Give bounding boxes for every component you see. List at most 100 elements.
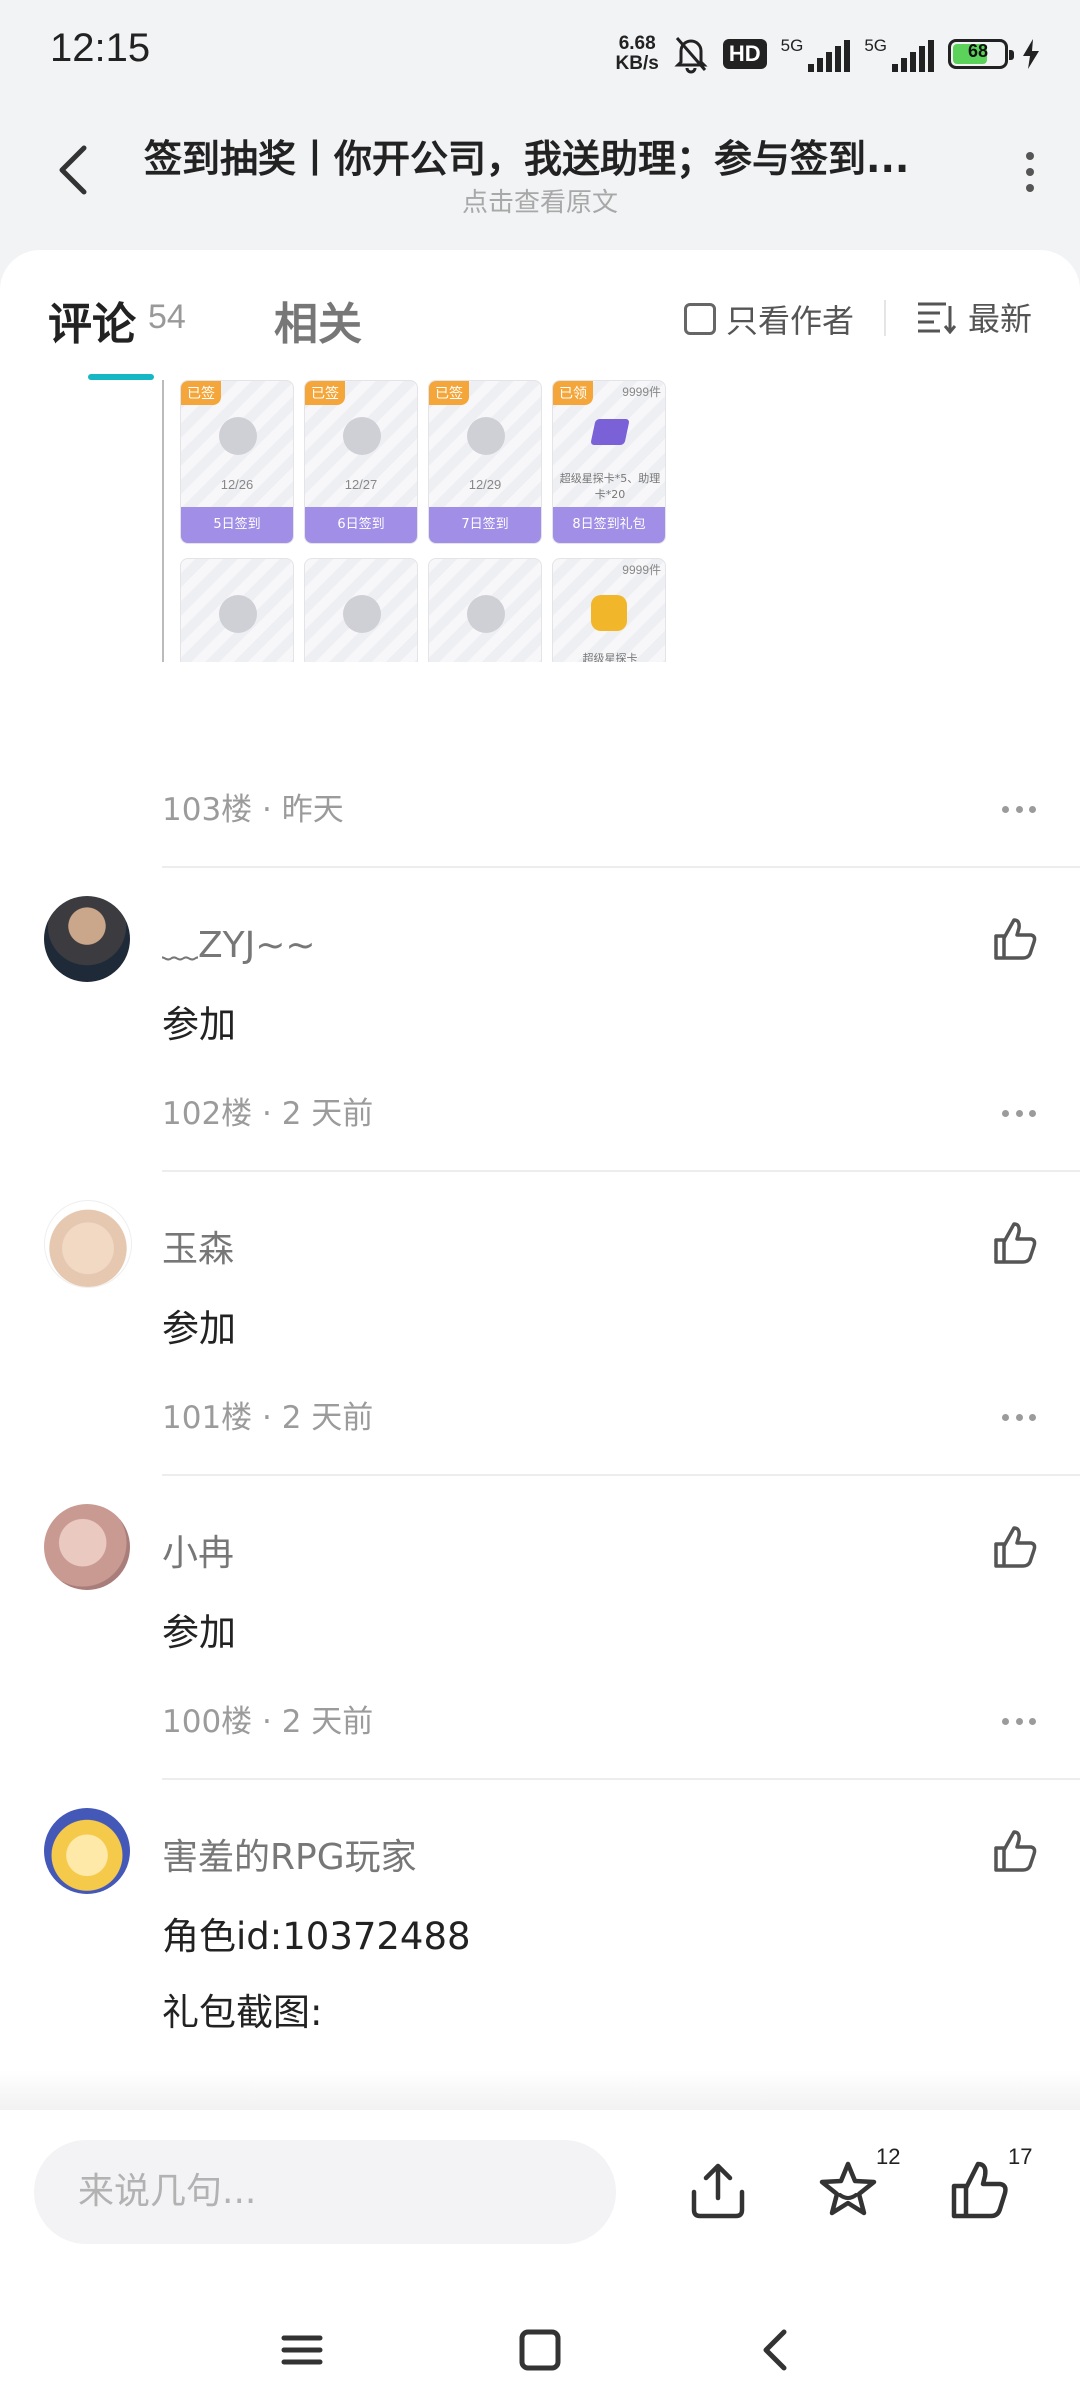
comment-text-line2: 礼包截图:: [162, 1991, 323, 2034]
card-button: 8日签到礼包: [553, 507, 665, 543]
comments-count: 54: [148, 298, 186, 336]
comment-more-icon[interactable]: [1002, 806, 1036, 814]
card-coin-icon: [591, 595, 627, 631]
comment-more-icon[interactable]: [1002, 1110, 1036, 1118]
comment-input[interactable]: 来说几句...: [34, 2140, 616, 2244]
author-only-label: 只看作者: [726, 302, 855, 340]
avatar[interactable]: [44, 1504, 130, 1590]
like-count: 17: [1008, 2144, 1033, 2169]
signin-card: 已签 12/29 7日签到: [428, 380, 542, 544]
comment-floor-meta: 102楼 · 2 天前: [162, 1096, 374, 1132]
comments-panel: 评论 54 相关 只看作者 最新 已签 12/26 5日签到 已签 12/27 …: [0, 250, 1080, 2110]
card-gem-icon: [590, 419, 630, 445]
more-options-icon[interactable]: [1020, 152, 1040, 202]
sort-icon: [918, 302, 956, 334]
favorite-count: 12: [876, 2144, 901, 2169]
signin-card: 9999件 超级星探卡: [552, 558, 666, 662]
net-speed: 6.68 KB/s: [616, 34, 659, 74]
signin-card: 已签 12/26 5日签到: [180, 380, 294, 544]
thumbs-up-icon[interactable]: [990, 1218, 1040, 1268]
comment-divider: [162, 1170, 1080, 1172]
hd-icon: HD: [722, 39, 767, 69]
card-description: 超级星探卡*5、助理卡*20: [559, 472, 661, 501]
sim1-label: 5G: [780, 36, 804, 55]
thumbs-up-icon[interactable]: [990, 1522, 1040, 1572]
comment-text: 参加: [162, 1003, 236, 1046]
locked-avatar-icon: [343, 595, 381, 633]
author-only-checkbox[interactable]: [684, 303, 716, 335]
signal-sim1-icon: 5G: [781, 36, 851, 72]
battery-level: 68: [967, 41, 989, 61]
locked-avatar-icon: [467, 417, 505, 455]
thumbs-up-icon[interactable]: [990, 914, 1040, 964]
locked-avatar-icon: [219, 595, 257, 633]
avatar[interactable]: [44, 1808, 130, 1894]
card-tag: 已领: [553, 381, 593, 405]
card-date: 12/26: [220, 477, 254, 492]
comment-floor-meta: 100楼 · 2 天前: [162, 1704, 374, 1740]
card-button: 6日签到: [305, 507, 417, 543]
status-time: 12:15: [50, 26, 151, 70]
charging-icon: [1023, 39, 1039, 69]
comment-divider: [162, 1474, 1080, 1476]
card-date: 12/27: [344, 477, 378, 492]
comment-more-icon[interactable]: [1002, 1718, 1036, 1726]
net-speed-unit: KB/s: [615, 53, 659, 74]
card-tag: 已签: [305, 381, 345, 405]
back-icon[interactable]: [746, 2320, 806, 2380]
comment-divider: [162, 866, 1080, 868]
card-tag: 已签: [181, 381, 221, 405]
tab-divider: [884, 300, 886, 336]
sim2-label: 5G: [864, 36, 887, 55]
signal-sim2-icon: 5G: [864, 36, 934, 72]
signin-card: 已签 12/27 6日签到: [304, 380, 418, 544]
share-icon[interactable]: [686, 2158, 750, 2222]
locked-avatar-icon: [343, 417, 381, 455]
comment-username[interactable]: 害羞的RPG玩家: [162, 1828, 417, 1880]
locked-avatar-icon: [219, 417, 257, 455]
comment-floor-meta: 103楼 · 昨天: [162, 792, 344, 828]
fade-overlay: [0, 2070, 1080, 2110]
comment-text: 参加: [162, 1307, 236, 1350]
comment-image[interactable]: 已签 12/26 5日签到 已签 12/27 6日签到 已签 12/29 7日签…: [162, 380, 674, 662]
avatar[interactable]: [44, 1200, 132, 1288]
comment-text: 角色id:10372488: [162, 1915, 471, 1958]
view-original-link[interactable]: 点击查看原文: [0, 182, 1080, 219]
signin-card: [428, 558, 542, 662]
thumbs-up-icon[interactable]: [948, 2158, 1012, 2222]
bell-muted-icon: [674, 37, 708, 74]
comment-more-icon[interactable]: [1002, 1414, 1036, 1422]
page-title[interactable]: 签到抽奖丨你开公司，我送助理；参与签到...: [144, 128, 944, 183]
comment-text: 参加: [162, 1611, 236, 1654]
tab-comments[interactable]: 评论: [48, 288, 136, 352]
signin-card: 已领 9999件 超级星探卡*5、助理卡*20 8日签到礼包: [552, 380, 666, 544]
signin-card: [304, 558, 418, 662]
active-tab-indicator: [88, 374, 154, 380]
card-button: 5日签到: [181, 507, 293, 543]
home-icon[interactable]: [510, 2320, 570, 2380]
bottom-action-bar: 来说几句... 12 17: [0, 2070, 1080, 2400]
battery-icon: 68: [948, 39, 1014, 69]
thumbs-up-icon[interactable]: [990, 1826, 1040, 1876]
avatar[interactable]: [44, 896, 130, 982]
card-date: 12/29: [468, 477, 502, 492]
comment-username[interactable]: 玉森: [162, 1220, 234, 1272]
sort-label: 最新: [968, 300, 1033, 338]
comment-username[interactable]: ﹏ZYJ~~: [162, 916, 316, 968]
tab-bar: 评论 54 相关 只看作者 最新: [0, 250, 1080, 380]
tab-related[interactable]: 相关: [274, 288, 362, 352]
menu-icon[interactable]: [272, 2320, 332, 2380]
star-icon[interactable]: [816, 2158, 880, 2222]
net-speed-value: 6.68: [618, 33, 656, 54]
comment-floor-meta: 101楼 · 2 天前: [162, 1400, 374, 1436]
author-only-toggle[interactable]: 只看作者: [684, 296, 854, 342]
comment-divider: [162, 1778, 1080, 1780]
sort-button[interactable]: 最新: [916, 294, 1032, 340]
status-icons: 6.68 KB/s HD 5G 5G 68: [616, 30, 1040, 78]
comment-username[interactable]: 小冉: [162, 1524, 234, 1576]
card-button: 7日签到: [429, 507, 541, 543]
card-description: 超级星探卡: [582, 652, 638, 662]
status-bar: 12:15 6.68 KB/s HD 5G 5G 68: [0, 0, 1080, 100]
signin-card: [180, 558, 294, 662]
card-quantity: 9999件: [622, 385, 661, 399]
